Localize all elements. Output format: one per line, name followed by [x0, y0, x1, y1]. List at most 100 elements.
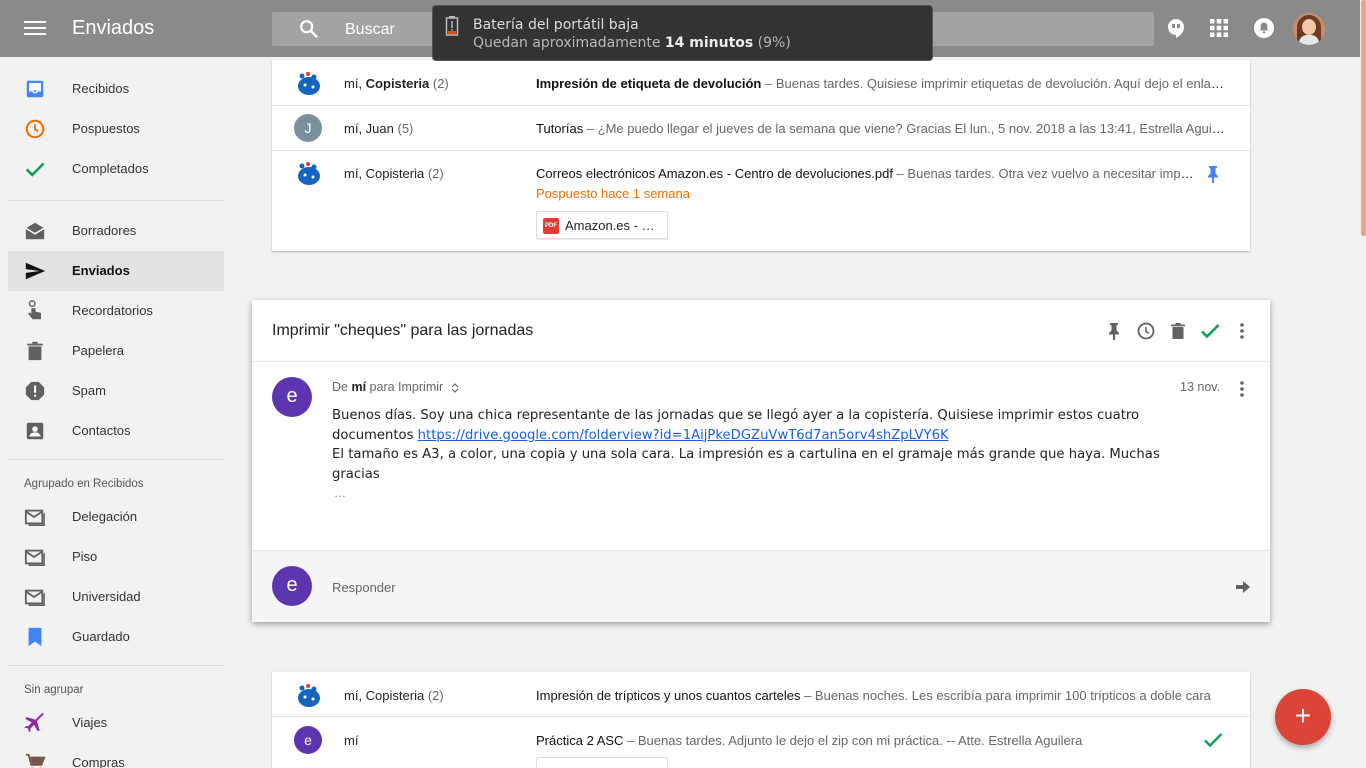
- conversation-row[interactable]: e mí Práctica 2 ASC – Buenas tardes. Adj…: [272, 717, 1250, 768]
- sidebar-item-label: Guardado: [72, 629, 130, 644]
- search-placeholder: Buscar: [345, 21, 395, 38]
- sidebar-item-label: Spam: [72, 383, 106, 398]
- mark-done-check-icon[interactable]: [1200, 321, 1220, 341]
- row-subject: Práctica 2 ASC – Buenas tardes. Adjunto …: [536, 733, 1083, 748]
- sidebar-item-pospuestos[interactable]: Pospuestos: [8, 109, 224, 149]
- sidebar-item-label: Completados: [72, 161, 149, 176]
- sidebar-item-recibidos[interactable]: Recibidos: [8, 69, 224, 109]
- show-trimmed-content[interactable]: …: [334, 486, 346, 500]
- conversation-row[interactable]: mí, Copisteria (2) Impresión de tríptico…: [272, 672, 1250, 717]
- reminder-icon: [28, 300, 41, 320]
- check-icon: [25, 162, 45, 177]
- sender-avatar[interactable]: e: [272, 377, 312, 417]
- expand-details-icon[interactable]: [451, 382, 459, 393]
- drive-link[interactable]: https://drive.google.com/folderview?id=1…: [418, 428, 949, 443]
- unbundled-section-header: Sin agrupar: [24, 684, 84, 696]
- sidebar-item-universidad[interactable]: Universidad: [8, 577, 224, 617]
- clock-icon: [25, 119, 45, 139]
- sidebar: Recibidos Pospuestos Completados Borrado…: [0, 57, 232, 768]
- more-vert-icon[interactable]: [1232, 379, 1252, 399]
- sidebar-item-label: Piso: [72, 549, 98, 564]
- row-snippet: – Buenas tardes. Otra vez vuelvo a neces…: [892, 166, 1196, 181]
- row-sender: mí, Copisteria (2): [344, 76, 449, 91]
- battery-warning-icon: [445, 16, 459, 36]
- row-subject: Impresión de trípticos y unos cuantos ca…: [536, 688, 1211, 703]
- message-body: Buenos días. Soy una chica representante…: [332, 408, 1160, 482]
- conversation-row[interactable]: J mí, Juan (5) Tutorías – ¿Me puedo lleg…: [272, 106, 1250, 151]
- sidebar-item-label: Papelera: [72, 343, 125, 358]
- message-count: (2): [427, 688, 444, 703]
- conversation-list-bottom: mí, Copisteria (2) Impresión de tríptico…: [272, 672, 1250, 768]
- reply-avatar: e: [272, 566, 312, 606]
- battery-low-notification: Batería del portátil baja Quedan aproxim…: [432, 5, 933, 61]
- thread-title: Imprimir "cheques" para las jornadas: [272, 322, 534, 339]
- attachment-chip[interactable]: PDF Amazon.es - …: [536, 211, 668, 239]
- hamburger-icon: [24, 21, 46, 23]
- sidebar-item-label: Delegación: [72, 509, 138, 524]
- thread-divider: [252, 361, 1270, 362]
- sidebar-item-contactos[interactable]: Contactos: [8, 411, 224, 451]
- message-count: (5): [397, 121, 414, 136]
- row-snippet: – Buenas noches. Les escribía para impri…: [800, 688, 1211, 703]
- sidebar-item-spam[interactable]: Spam: [8, 371, 224, 411]
- conversation-row[interactable]: mí, Copisteria (2) Impresión de etiqueta…: [272, 60, 1250, 106]
- drafts-icon: [25, 222, 45, 240]
- bookmark-icon: [28, 627, 42, 647]
- more-vert-icon[interactable]: [1232, 321, 1252, 341]
- sidebar-item-papelera[interactable]: Papelera: [8, 331, 224, 371]
- message-from[interactable]: De mí para Imprimir: [332, 380, 459, 394]
- sidebar-item-label: Pospuestos: [72, 121, 140, 136]
- search-icon[interactable]: [298, 18, 320, 40]
- account-avatar[interactable]: [1293, 13, 1325, 45]
- reply-box[interactable]: e Responder: [252, 550, 1270, 622]
- row-sender: mí, Copisteria (2): [344, 688, 444, 703]
- forward-arrow-icon[interactable]: [1234, 578, 1252, 596]
- row-sender: mí, Copisteria (2): [344, 166, 444, 181]
- main-menu-button[interactable]: [24, 18, 46, 38]
- bundled-section-header: Agrupado en Recibidos: [24, 478, 144, 490]
- apps-grid-icon[interactable]: [1207, 16, 1231, 40]
- notifications-bell-icon[interactable]: [1252, 16, 1276, 40]
- trash-icon[interactable]: [1168, 321, 1188, 341]
- sidebar-divider: [8, 200, 224, 201]
- sidebar-item-guardado[interactable]: Guardado: [8, 617, 224, 657]
- row-snippet: – Buenas tardes. Adjunto le dejo el zip …: [623, 733, 1083, 748]
- sidebar-item-piso[interactable]: Piso: [8, 537, 224, 577]
- message-count: (2): [427, 166, 444, 181]
- row-snippet: – ¿Me puedo llegar el jueves de la seman…: [583, 121, 1226, 136]
- sidebar-item-compras[interactable]: Compras: [8, 743, 224, 768]
- pin-icon[interactable]: [1104, 321, 1124, 341]
- sidebar-item-viajes[interactable]: Viajes: [8, 703, 224, 743]
- plus-icon: +: [1294, 700, 1312, 731]
- reply-placeholder[interactable]: Responder: [332, 580, 396, 595]
- cart-icon: [25, 753, 46, 768]
- row-snippet: – Buenas tardes. Quisiese imprimir etiqu…: [764, 76, 1226, 91]
- sidebar-item-recordatorios[interactable]: Recordatorios: [8, 291, 224, 331]
- scrollbar-thumb[interactable]: [1361, 0, 1366, 236]
- hangouts-icon[interactable]: [1164, 16, 1188, 40]
- contacts-icon: [26, 422, 44, 440]
- sidebar-item-delegacion[interactable]: Delegación: [8, 497, 224, 537]
- sidebar-item-label: Borradores: [72, 223, 137, 238]
- snooze-clock-icon[interactable]: [1136, 321, 1156, 341]
- sidebar-item-label: Viajes: [72, 715, 108, 730]
- mail-icon: [24, 509, 45, 526]
- message-date: 13 nov.: [1180, 380, 1221, 394]
- compose-fab-button[interactable]: +: [1275, 689, 1331, 745]
- pin-icon[interactable]: [1205, 165, 1221, 183]
- done-check-icon[interactable]: [1203, 731, 1223, 749]
- copisteria-logo-icon: [298, 72, 320, 95]
- sidebar-item-enviados[interactable]: Enviados: [8, 251, 224, 291]
- copisteria-logo-icon: [298, 684, 320, 707]
- mail-icon: [24, 589, 45, 606]
- conversation-list-top: mí, Copisteria (2) Impresión de etiqueta…: [272, 60, 1250, 251]
- send-icon: [25, 262, 46, 280]
- attachment-chip[interactable]: [536, 757, 668, 768]
- sidebar-item-borradores[interactable]: Borradores: [8, 211, 224, 251]
- sidebar-item-label: Recordatorios: [72, 303, 153, 318]
- mail-icon: [24, 549, 45, 566]
- sidebar-item-completados[interactable]: Completados: [8, 149, 224, 189]
- conversation-row[interactable]: mí, Copisteria (2) Correos electrónicos …: [272, 151, 1250, 251]
- sender-name: mí: [351, 380, 367, 394]
- sidebar-item-label: Contactos: [72, 423, 131, 438]
